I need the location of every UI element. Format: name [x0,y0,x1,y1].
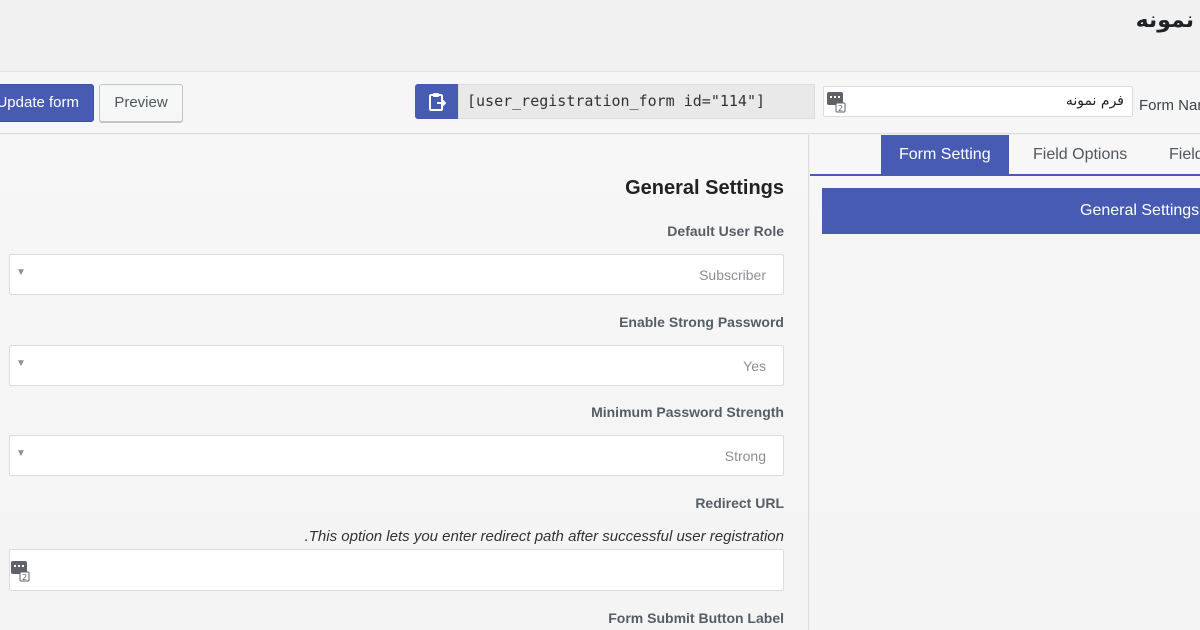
form-name-value: فرم نمونه [1065,93,1124,109]
form-name-input[interactable]: 2 فرم نمونه [823,86,1133,117]
dropdown-arrow-icon: ▼ [16,448,26,459]
svg-text:2: 2 [838,104,843,113]
default-user-role-value: Subscriber [699,267,766,283]
redirect-url-input[interactable]: 2 [9,549,784,591]
strong-password-value: Yes [743,358,766,374]
preview-button[interactable]: Preview [99,84,183,122]
submit-button-label-label: Form Submit Button Label [608,610,784,626]
keyboard-icon[interactable]: 2 [826,91,846,117]
options-tabs: Form Setting Field Options Field [810,135,1200,176]
general-settings-accordion[interactable]: General Settings [822,188,1200,234]
update-form-button[interactable]: Update form [0,84,94,122]
keyboard-icon[interactable]: 2 [10,560,30,587]
clipboard-icon [428,92,446,111]
default-user-role-select[interactable]: ▼ Subscriber [9,254,784,295]
min-password-strength-label: Minimum Password Strength [591,404,784,420]
default-user-role-label: Default User Role [667,223,784,239]
shortcode-field[interactable]: [user_registration_form id="114"] [458,84,815,119]
form-toolbar: Update form Preview [user_registration_f… [0,71,1200,134]
strong-password-select[interactable]: ▼ Yes [9,345,784,386]
tab-field[interactable]: Field [1151,135,1200,175]
dropdown-arrow-icon: ▼ [16,267,26,278]
svg-text:2: 2 [22,573,27,582]
page-title: نمونه [1135,8,1194,33]
strong-password-label: Enable Strong Password [619,314,784,330]
section-title: General Settings [625,177,784,199]
min-password-strength-select[interactable]: ▼ Strong [9,435,784,476]
form-options-panel: Form Setting Field Options Field General… [810,135,1200,630]
redirect-url-label: Redirect URL [695,495,784,511]
tab-field-options[interactable]: Field Options [1015,135,1145,175]
tab-form-setting[interactable]: Form Setting [881,135,1009,175]
settings-panel: General Settings Default User Role ▼ Sub… [0,135,809,630]
copy-shortcode-button[interactable] [415,84,458,119]
form-name-label: Form Name [1139,97,1200,114]
min-password-strength-value: Strong [724,448,766,464]
redirect-url-help: .This option lets you enter redirect pat… [304,528,784,545]
dropdown-arrow-icon: ▼ [16,358,26,369]
